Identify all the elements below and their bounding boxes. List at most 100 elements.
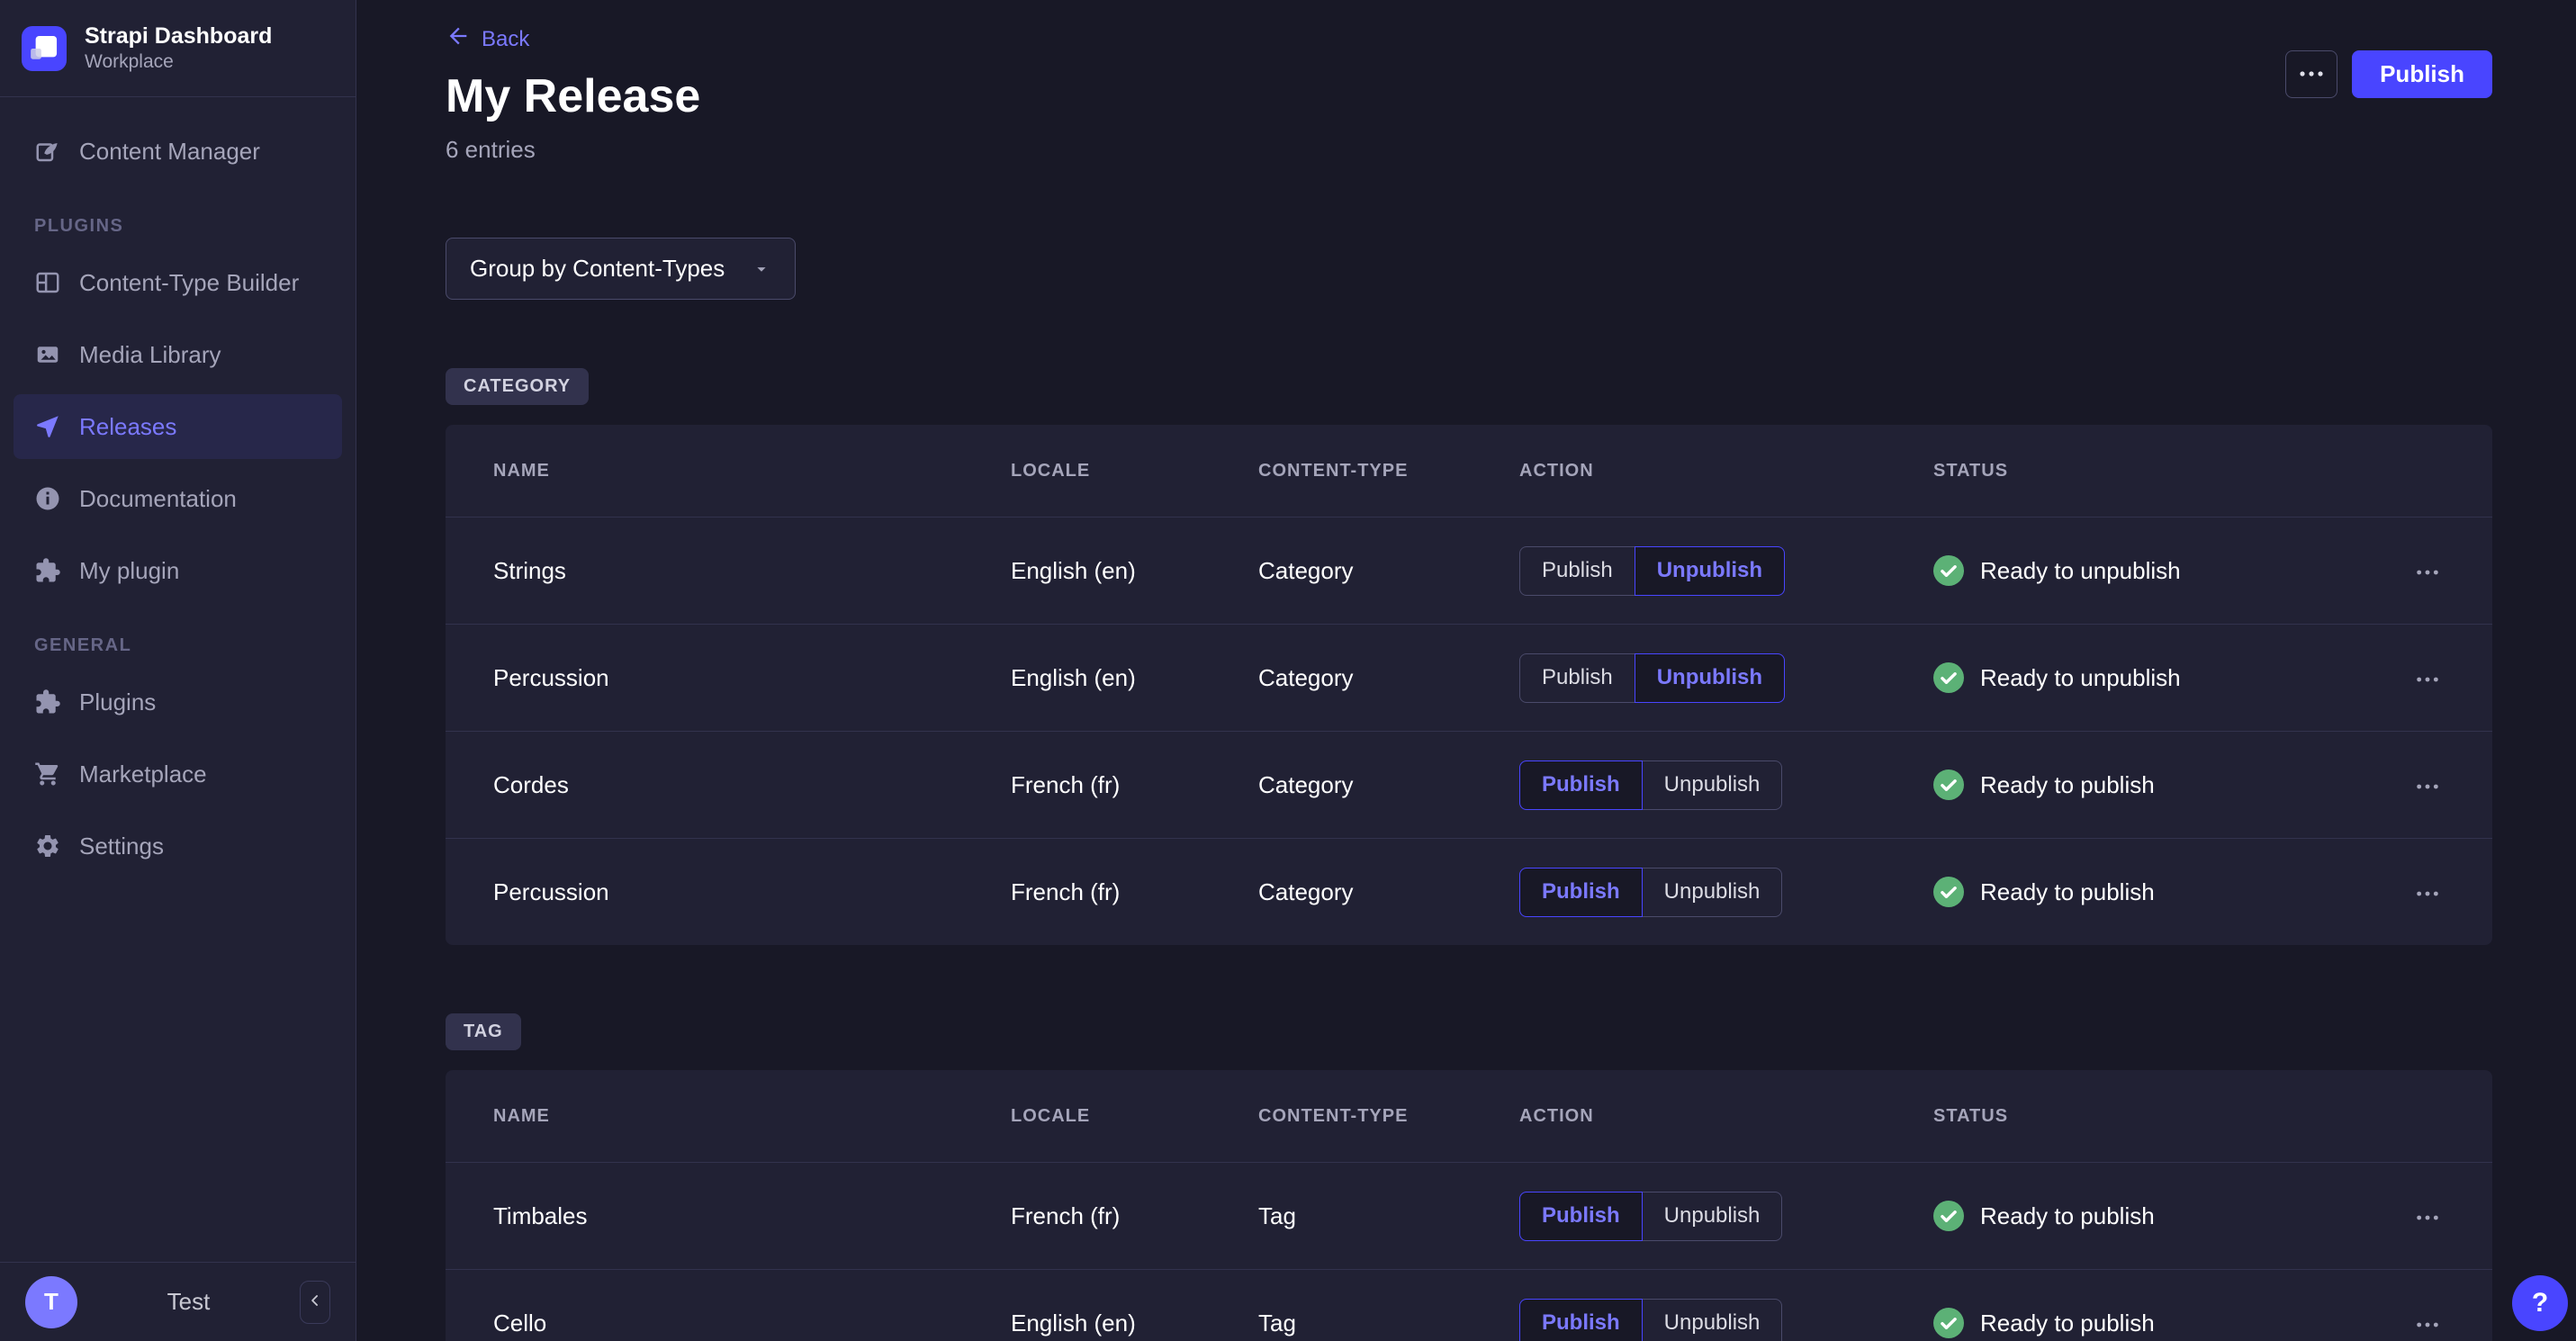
check-circle-icon <box>1933 1201 1964 1231</box>
sidebar-item-content-type-builder[interactable]: Content-Type Builder <box>14 250 342 315</box>
back-link[interactable]: Back <box>446 23 529 55</box>
column-header-name: NAME <box>493 1106 1011 1127</box>
category-table: NAME LOCALE CONTENT-TYPE ACTION STATUS S… <box>446 425 2492 945</box>
publish-toggle-button[interactable]: Publish <box>1519 1192 1643 1241</box>
status-cell: Ready to unpublish <box>1933 662 2375 693</box>
entry-content-type: Category <box>1258 878 1519 906</box>
action-toggle: Publish Unpublish <box>1519 868 1782 917</box>
page-header: Back My Release 6 entries Publish <box>356 0 2576 164</box>
info-circle-icon <box>34 485 61 512</box>
publish-toggle-button[interactable]: Publish <box>1519 760 1643 810</box>
sidebar-item-label: Releases <box>79 413 176 441</box>
unpublish-toggle-button[interactable]: Unpublish <box>1642 868 1783 917</box>
group-by-dropdown[interactable]: Group by Content-Types <box>446 238 796 300</box>
table-header-row: NAME LOCALE CONTENT-TYPE ACTION STATUS <box>446 425 2492 517</box>
row-more-button[interactable] <box>2408 880 2447 908</box>
action-toggle: Publish Unpublish <box>1519 1299 1782 1341</box>
sidebar: Strapi Dashboard Workplace Content Manag… <box>0 0 356 1341</box>
publish-toggle-button[interactable]: Publish <box>1519 1299 1643 1341</box>
publish-toggle-button[interactable]: Publish <box>1519 546 1635 596</box>
column-header-content-type: CONTENT-TYPE <box>1258 461 1519 482</box>
entry-locale: French (fr) <box>1011 878 1258 906</box>
ellipsis-icon <box>2415 780 2440 794</box>
row-more-button[interactable] <box>2408 1311 2447 1339</box>
entry-name: Strings <box>493 557 1011 585</box>
sidebar-item-plugins[interactable]: Plugins <box>14 670 342 734</box>
sidebar-section-general: GENERAL <box>0 635 356 656</box>
entry-name: Cordes <box>493 771 1011 799</box>
help-button[interactable]: ? <box>2512 1275 2568 1331</box>
sidebar-item-content-manager[interactable]: Content Manager <box>14 119 342 184</box>
publish-toggle-button[interactable]: Publish <box>1519 653 1635 703</box>
sidebar-item-settings[interactable]: Settings <box>14 814 342 878</box>
puzzle-icon <box>34 688 61 716</box>
check-circle-icon <box>1933 770 1964 800</box>
sidebar-item-my-plugin[interactable]: My plugin <box>14 538 342 603</box>
workspace-title: Strapi Dashboard <box>85 22 272 50</box>
check-circle-icon <box>1933 555 1964 586</box>
release-more-button[interactable] <box>2285 50 2337 98</box>
row-more-button[interactable] <box>2408 773 2447 801</box>
tag-table: NAME LOCALE CONTENT-TYPE ACTION STATUS T… <box>446 1070 2492 1341</box>
content-type-badge: CATEGORY <box>446 368 589 405</box>
chevron-left-icon <box>306 1292 324 1312</box>
content-type-badge: TAG <box>446 1013 521 1050</box>
table-row: Percussion French (fr) Category Publish … <box>446 838 2492 945</box>
sidebar-footer: T Test <box>0 1262 356 1341</box>
paper-plane-icon <box>34 413 61 440</box>
entry-locale: French (fr) <box>1011 771 1258 799</box>
table-header-row: NAME LOCALE CONTENT-TYPE ACTION STATUS <box>446 1070 2492 1162</box>
unpublish-toggle-button[interactable]: Unpublish <box>1642 760 1783 810</box>
row-more-button[interactable] <box>2408 559 2447 587</box>
status-text: Ready to publish <box>1980 878 2155 906</box>
entry-content-type: Category <box>1258 771 1519 799</box>
sidebar-item-marketplace[interactable]: Marketplace <box>14 742 342 806</box>
workspace-header[interactable]: Strapi Dashboard Workplace <box>0 0 356 97</box>
action-toggle: Publish Unpublish <box>1519 653 1785 703</box>
publish-release-button[interactable]: Publish <box>2352 50 2492 98</box>
action-toggle: Publish Unpublish <box>1519 1192 1782 1241</box>
row-more-button[interactable] <box>2408 1204 2447 1232</box>
gear-icon <box>34 832 61 860</box>
publish-toggle-button[interactable]: Publish <box>1519 868 1643 917</box>
unpublish-toggle-button[interactable]: Unpublish <box>1642 1299 1783 1341</box>
column-header-action: ACTION <box>1519 1106 1933 1127</box>
ellipsis-icon <box>2298 68 2325 81</box>
entry-content-type: Category <box>1258 664 1519 692</box>
check-circle-icon <box>1933 1308 1964 1338</box>
entry-name: Cello <box>493 1310 1011 1337</box>
column-header-content-type: CONTENT-TYPE <box>1258 1106 1519 1127</box>
entries-count: 6 entries <box>446 136 2492 164</box>
collapse-sidebar-button[interactable] <box>300 1281 330 1324</box>
column-header-status: STATUS <box>1933 461 2375 482</box>
status-text: Ready to unpublish <box>1980 664 2181 692</box>
unpublish-toggle-button[interactable]: Unpublish <box>1642 1192 1783 1241</box>
status-text: Ready to publish <box>1980 1202 2155 1230</box>
arrow-left-icon <box>446 23 471 55</box>
header-actions: Publish <box>2285 50 2492 98</box>
sidebar-item-label: Content-Type Builder <box>79 269 299 297</box>
row-more-button[interactable] <box>2408 666 2447 694</box>
status-cell: Ready to unpublish <box>1933 555 2375 586</box>
entry-locale: English (en) <box>1011 557 1258 585</box>
sidebar-item-label: Settings <box>79 832 164 860</box>
user-avatar[interactable]: T <box>25 1276 77 1328</box>
action-toggle: Publish Unpublish <box>1519 546 1785 596</box>
ellipsis-icon <box>2415 887 2440 901</box>
unpublish-toggle-button[interactable]: Unpublish <box>1635 546 1785 596</box>
entry-name: Timbales <box>493 1202 1011 1230</box>
feather-pen-icon <box>34 138 61 165</box>
layout-grid-icon <box>34 269 61 296</box>
back-label: Back <box>482 27 529 52</box>
ellipsis-icon <box>2415 1318 2440 1332</box>
sidebar-item-documentation[interactable]: Documentation <box>14 466 342 531</box>
content-area: Group by Content-Types CATEGORY NAME LOC… <box>356 164 2576 1341</box>
sidebar-item-releases[interactable]: Releases <box>14 394 342 459</box>
table-row: Strings English (en) Category Publish Un… <box>446 517 2492 624</box>
ellipsis-icon <box>2415 566 2440 580</box>
unpublish-toggle-button[interactable]: Unpublish <box>1635 653 1785 703</box>
entry-name: Percussion <box>493 664 1011 692</box>
sidebar-item-media-library[interactable]: Media Library <box>14 322 342 387</box>
puzzle-icon <box>34 557 61 584</box>
sidebar-item-label: Marketplace <box>79 760 207 788</box>
